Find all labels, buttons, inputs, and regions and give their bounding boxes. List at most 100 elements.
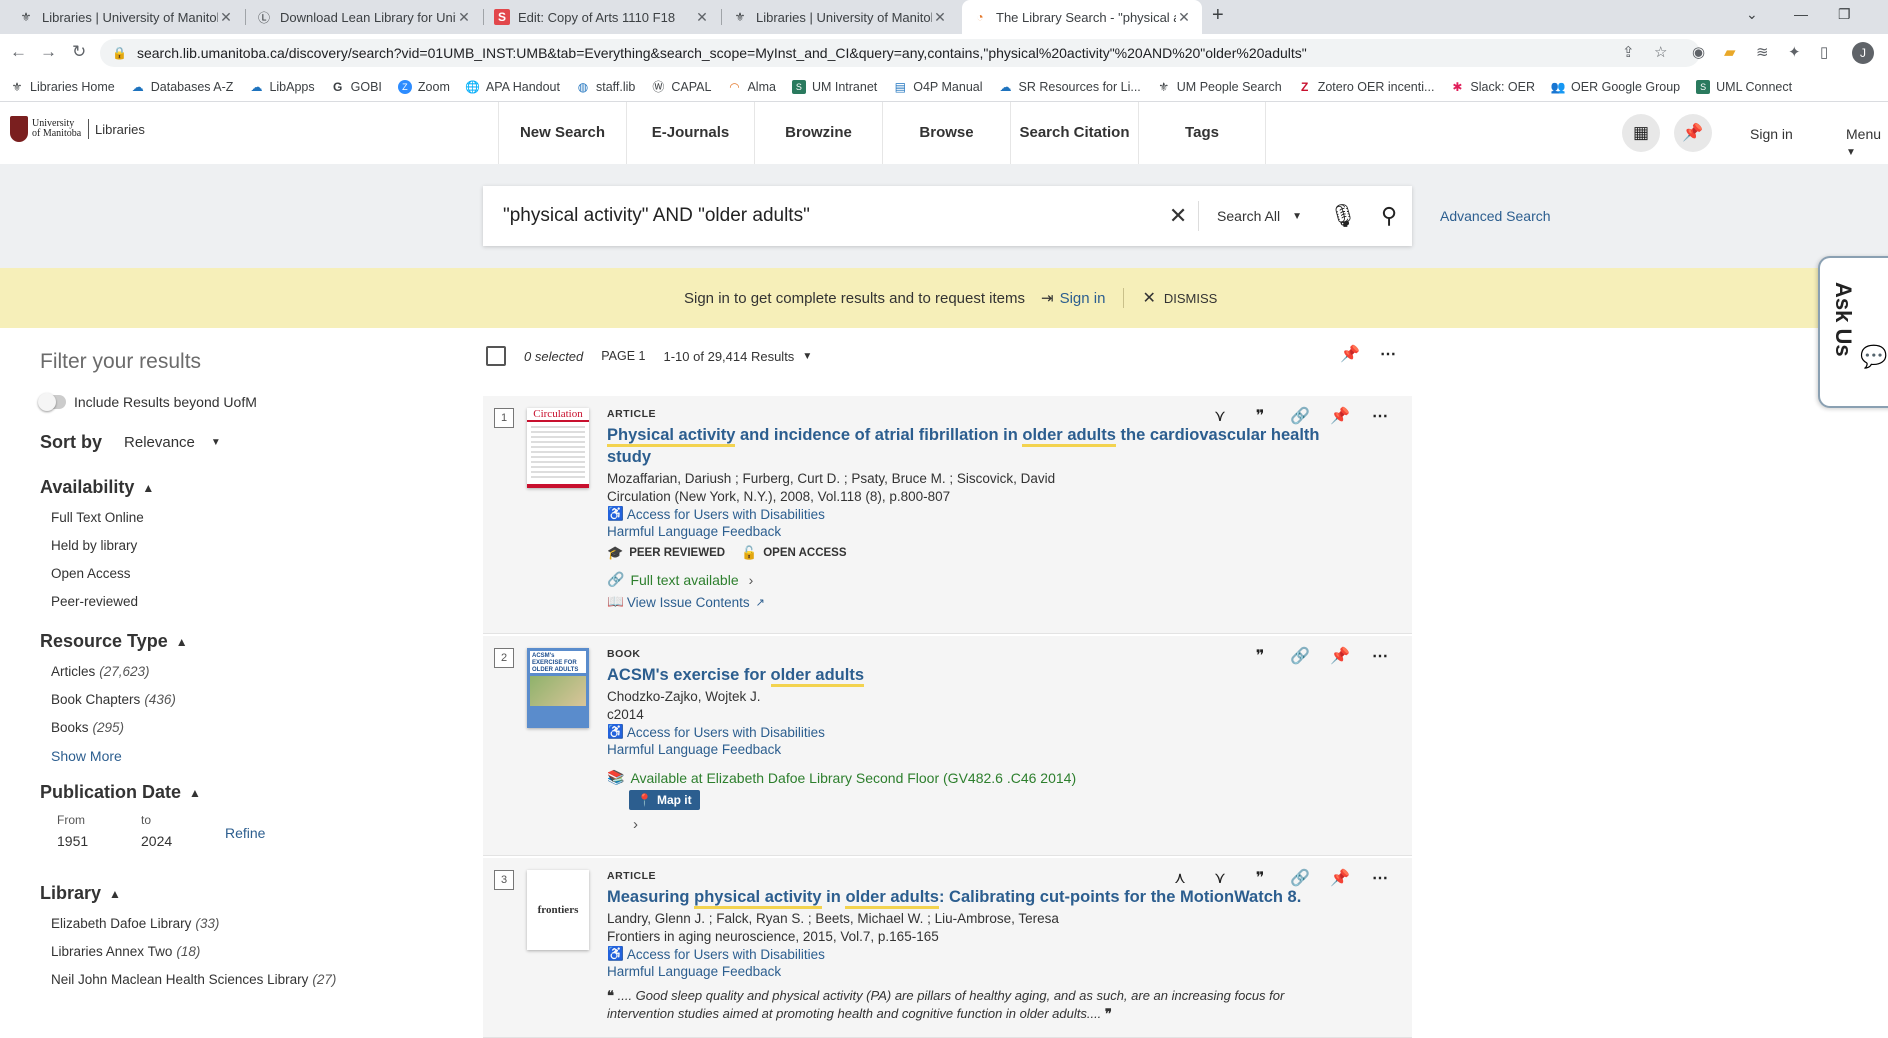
menu-button[interactable]: Menu ▼ [1846,126,1888,158]
nav-browzine[interactable]: Browzine [754,102,882,164]
search-input[interactable] [483,186,1159,246]
bookmark-item[interactable]: ⚜ Libraries Home [10,80,115,94]
select-all-checkbox[interactable] [486,346,506,366]
bookmark-item[interactable]: 🌐 APA Handout [465,80,560,94]
pin-icon[interactable]: 📌 [1320,406,1360,426]
bookmark-item[interactable]: ☁ LibApps [249,80,314,94]
record-title[interactable]: ACSM's exercise for older adults [607,664,1327,687]
pin-icon[interactable]: 📌 [1320,646,1360,666]
accessibility-link[interactable]: ♿ Access for Users with Disabilities [607,724,1327,740]
pin-icon[interactable]: 📌 [1320,868,1360,888]
cited-by-icon[interactable]: ⋎ [1200,406,1240,426]
close-icon[interactable]: ✕ [932,9,948,26]
harmful-language-link[interactable]: Harmful Language Feedback [607,742,1327,757]
harmful-language-link[interactable]: Harmful Language Feedback [607,964,1327,979]
nav-search-citation[interactable]: Search Citation [1010,102,1138,164]
browser-tab[interactable]: S Edit: Copy of Arts 1110 F18 ✕ [484,0,720,34]
facet-item[interactable]: Open Access [51,566,480,581]
date-from-input[interactable]: 1951 [57,833,141,849]
bookmark-item[interactable]: ▤ O4P Manual [893,80,983,94]
results-range[interactable]: 1-10 of 29,414 Results [664,349,795,364]
nav-tags[interactable]: Tags [1138,102,1266,164]
result-record[interactable]: 1 Circulation ARTICLE Physical activity … [483,396,1412,634]
map-it-button[interactable]: 📍 Map it [629,790,700,810]
bookmark-item[interactable]: ⚜ UM People Search [1157,80,1281,94]
bookmark-item[interactable]: ✱ Slack: OER [1450,80,1535,94]
more-options-icon[interactable]: ⋯ [1360,868,1400,888]
permalink-icon[interactable]: 🔗 [1280,406,1320,426]
view-issue-contents-link[interactable]: 📖 View Issue Contents ↗ [607,594,1327,610]
ask-us-widget[interactable]: Ask Us 💬 [1818,256,1888,408]
nav-browse[interactable]: Browse [882,102,1010,164]
refine-button[interactable]: Refine [225,825,265,849]
extension-folder-icon[interactable]: ▰ [1724,43,1736,61]
site-logo[interactable]: University of Manitoba Libraries [10,116,145,142]
close-icon[interactable]: ✕ [456,9,472,26]
more-options-icon[interactable]: ⋯ [1360,646,1400,666]
chevron-down-icon[interactable]: ▼ [211,437,221,448]
show-more-link[interactable]: Show More [51,748,480,764]
tab-search-icon[interactable]: ⌄ [1746,6,1758,23]
microphone-icon[interactable]: 🎙 [1320,203,1366,229]
browser-tab[interactable]: Ⓛ Download Lean Library for University ✕ [246,0,482,34]
cited-by-icon[interactable]: ⋎ [1200,868,1240,888]
bookmark-item[interactable]: Z Zotero OER incenti... [1298,80,1434,94]
search-scope-dropdown[interactable]: Search All ▼ [1198,201,1320,231]
bookmark-item[interactable]: ◍ staff.lib [576,80,636,94]
forward-icon[interactable]: → [40,42,57,62]
full-text-link[interactable]: 🔗 Full text available › [607,571,1327,588]
bookmark-item[interactable]: G GOBI [331,80,382,94]
bookmark-item[interactable]: ☁ SR Resources for Li... [999,80,1141,94]
address-bar[interactable]: 🔒 search.lib.umanitoba.ca/discovery/sear… [100,39,1700,67]
chevron-right-icon[interactable]: › [633,816,1327,833]
restore-icon[interactable]: ❐ [1838,6,1851,23]
bookmark-item[interactable]: Z Zoom [397,79,450,94]
citing-icon[interactable]: ⋏ [1160,868,1200,888]
pin-icon[interactable]: 📌 [1674,114,1712,152]
availability-link[interactable]: 📚 Available at Elizabeth Dafoe Library Se… [607,769,1327,786]
extensions-puzzle-icon[interactable]: ✦ [1788,43,1801,61]
side-panel-icon[interactable]: ▯ [1820,43,1828,61]
record-thumbnail[interactable]: frontiers [527,870,589,950]
reload-icon[interactable]: ↻ [72,42,86,62]
browser-tab[interactable]: ⚜ Libraries | University of Manitoba ✕ [8,0,244,34]
facet-availability-header[interactable]: Availability ▲ [40,477,480,498]
facet-resource-type-header[interactable]: Resource Type ▲ [40,631,480,652]
bookmark-item[interactable]: ☁ Databases A-Z [131,80,234,94]
pin-icon[interactable]: 📌 [1340,344,1360,364]
permalink-icon[interactable]: 🔗 [1280,646,1320,666]
nav-new-search[interactable]: New Search [498,102,626,164]
more-options-icon[interactable]: ⋯ [1360,406,1400,426]
bookmark-star-icon[interactable]: ☆ [1654,43,1667,61]
facet-library-header[interactable]: Library ▲ [40,883,480,904]
facet-item[interactable]: Book Chapters (436) [51,692,480,707]
back-icon[interactable]: ← [10,42,27,62]
harmful-language-link[interactable]: Harmful Language Feedback [607,524,1327,539]
result-record[interactable]: 2 ACSM's EXERCISE FOR OLDER ADULTS BOOK … [483,636,1412,856]
facet-item[interactable]: Libraries Annex Two (18) [51,944,480,959]
include-beyond-toggle-row[interactable]: Include Results beyond UofM [38,393,480,411]
facet-item[interactable]: Held by library [51,538,480,553]
date-to-input[interactable]: 2024 [141,833,225,849]
sign-in-link[interactable]: Sign in [1750,126,1793,142]
record-title[interactable]: Physical activity and incidence of atria… [607,424,1327,468]
facet-item[interactable]: Neil John Maclean Health Sciences Librar… [51,972,480,987]
close-icon[interactable]: ✕ [694,9,710,26]
record-thumbnail[interactable]: ACSM's EXERCISE FOR OLDER ADULTS [527,648,589,728]
chevron-down-icon[interactable]: ▼ [802,351,812,362]
banner-sign-in-link[interactable]: ⇥ Sign in [1041,289,1105,308]
close-icon[interactable]: ✕ [218,9,234,26]
permalink-icon[interactable]: 🔗 [1280,868,1320,888]
nav-e-journals[interactable]: E-Journals [626,102,754,164]
include-beyond-toggle[interactable] [38,393,66,411]
facet-item[interactable]: Elizabeth Dafoe Library (33) [51,916,480,931]
minimize-icon[interactable]: — [1794,6,1808,22]
citation-icon[interactable]: ❞ [1240,646,1280,666]
bookmark-item[interactable]: ◠ Alma [727,80,776,94]
result-record[interactable]: 3 frontiers ARTICLE Measuring physical a… [483,858,1412,1038]
sort-by-dropdown[interactable]: Relevance [124,434,195,451]
clear-icon[interactable]: ✕ [1158,203,1198,229]
extension-stack-icon[interactable]: ≋ [1756,43,1769,61]
bookmark-item[interactable]: S UML Connect [1696,79,1792,94]
extension-lean-icon[interactable]: ◉ [1692,43,1705,61]
